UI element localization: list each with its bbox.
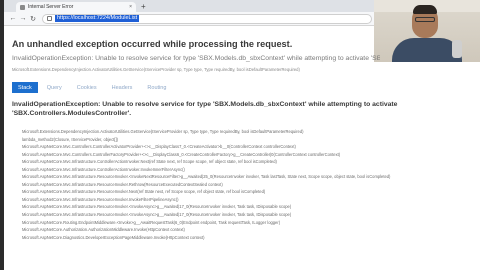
diagnostics-tabs: Stack Query Cookies Headers Routing xyxy=(12,82,172,93)
stack-frame[interactable]: Microsoft.AspNetCore.Mvc.Infrastructure.… xyxy=(22,188,478,196)
browser-tab[interactable]: Internal Server Error × xyxy=(16,2,136,12)
stack-frame[interactable]: Microsoft.AspNetCore.Mvc.Controllers.Con… xyxy=(22,151,478,159)
stack-frame[interactable]: Microsoft.AspNetCore.Routing.EndpointMid… xyxy=(22,219,478,227)
stack-frame[interactable]: Microsoft.AspNetCore.Mvc.Infrastructure.… xyxy=(22,203,478,211)
new-tab-icon[interactable]: + xyxy=(141,2,146,12)
stack-frame[interactable]: Microsoft.AspNetCore.Mvc.Infrastructure.… xyxy=(22,173,478,181)
error-heading: An unhandled exception occurred while pr… xyxy=(12,39,293,49)
error-summary: InvalidOperationException: Unable to res… xyxy=(12,55,380,62)
browser-tab-title: Internal Server Error xyxy=(28,4,74,10)
tab-headers[interactable]: Headers xyxy=(106,82,139,93)
forward-arrow-icon[interactable]: → xyxy=(18,15,28,22)
tab-cookies[interactable]: Cookies xyxy=(71,82,103,93)
lock-icon xyxy=(47,16,52,21)
url-text: https://localhost:7224/ModuleList xyxy=(55,15,140,22)
close-tab-icon[interactable]: × xyxy=(129,4,132,10)
back-arrow-icon[interactable]: ← xyxy=(8,15,18,22)
exception-title: InvalidOperationException: Unable to res… xyxy=(12,101,398,117)
stack-frame[interactable]: Microsoft.AspNetCore.Mvc.Infrastructure.… xyxy=(22,196,478,204)
page-favicon-icon xyxy=(20,4,25,10)
stack-frame[interactable]: Microsoft.AspNetCore.Mvc.Infrastructure.… xyxy=(22,158,478,166)
reload-icon[interactable]: ↻ xyxy=(28,15,38,23)
stack-frame[interactable]: Microsoft.AspNetCore.Mvc.Controllers.Con… xyxy=(22,143,478,151)
presenter-glasses xyxy=(415,17,435,22)
error-location: Microsoft.Extensions.DependencyInjection… xyxy=(12,67,300,72)
tab-routing[interactable]: Routing xyxy=(141,82,172,93)
error-page: An unhandled exception occurred while pr… xyxy=(4,27,480,270)
stack-trace: Microsoft.Extensions.DependencyInjection… xyxy=(22,128,478,241)
stack-frame[interactable]: Microsoft.AspNetCore.Mvc.Infrastructure.… xyxy=(22,211,478,219)
stack-frame[interactable]: Microsoft.AspNetCore.Mvc.Infrastructure.… xyxy=(22,166,478,174)
stack-frame[interactable]: Microsoft.Extensions.DependencyInjection… xyxy=(22,128,478,136)
tab-stack[interactable]: Stack xyxy=(12,82,38,93)
stack-frame[interactable]: Microsoft.AspNetCore.Authorization.Autho… xyxy=(22,226,478,234)
presenter-hair xyxy=(413,5,437,14)
tab-query[interactable]: Query xyxy=(41,82,68,93)
stack-frame[interactable]: Microsoft.AspNetCore.Diagnostics.Develop… xyxy=(22,234,478,242)
stack-frame[interactable]: Microsoft.AspNetCore.Mvc.Infrastructure.… xyxy=(22,181,478,189)
address-bar[interactable]: https://localhost:7224/ModuleList xyxy=(42,13,372,24)
stack-frame[interactable]: lambda_method2(Closure, IServiceProvider… xyxy=(22,136,478,144)
